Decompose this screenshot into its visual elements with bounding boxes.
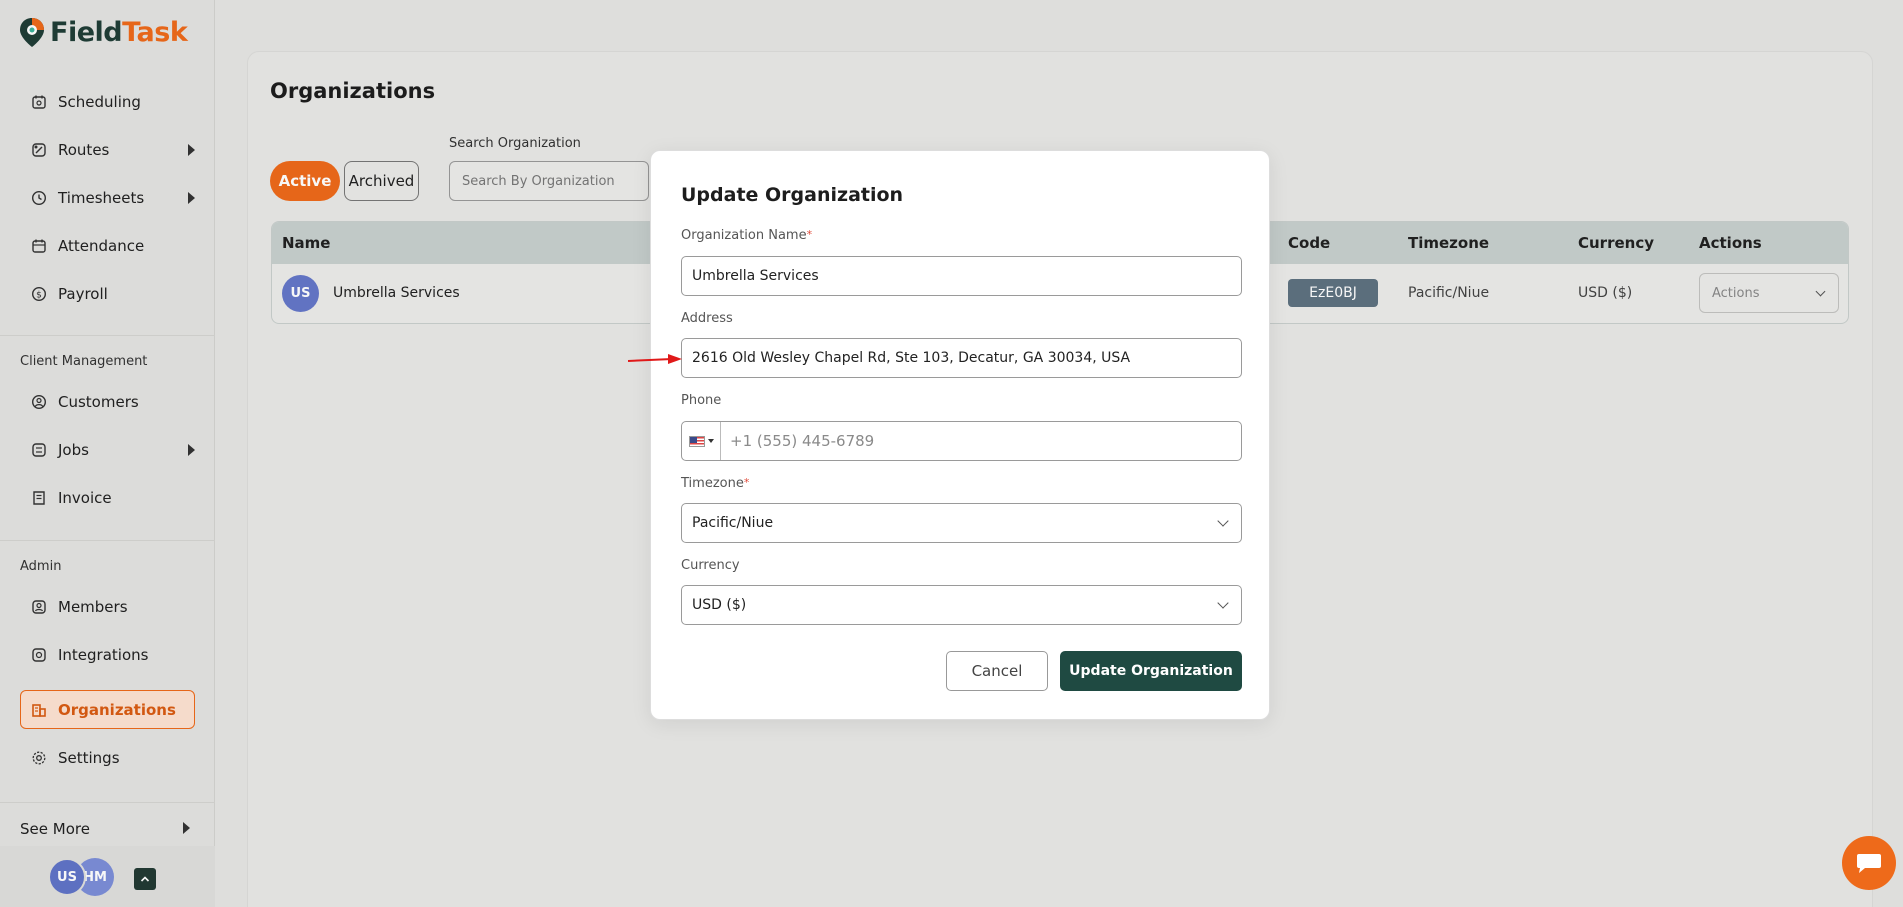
org-name-input[interactable]: Umbrella Services [681,256,1242,296]
chevron-down-icon [1217,597,1229,609]
country-code-selector[interactable] [682,422,721,460]
phone-label: Phone [681,393,722,408]
update-organization-button[interactable]: Update Organization [1060,651,1242,691]
address-input[interactable]: 2616 Old Wesley Chapel Rd, Ste 103, Deca… [681,338,1242,378]
timezone-select[interactable]: Pacific/Niue [681,503,1242,543]
caret-down-icon [707,439,714,443]
address-value: 2616 Old Wesley Chapel Rd, Ste 103, Deca… [692,350,1131,366]
currency-select[interactable]: USD ($) [681,585,1242,625]
timezone-value: Pacific/Niue [692,515,774,531]
chevron-down-icon [1217,515,1229,527]
us-flag-icon [688,435,705,447]
address-label: Address [681,311,733,326]
phone-input[interactable]: +1 (555) 445-6789 [681,421,1242,461]
modal-title: Update Organization [681,184,904,206]
currency-label: Currency [681,558,740,573]
currency-value: USD ($) [692,597,747,613]
update-organization-modal: Update Organization Organization Name* U… [650,150,1270,720]
timezone-label-text: Timezone [681,476,744,491]
org-name-value: Umbrella Services [692,268,819,284]
cancel-button[interactable]: Cancel [946,651,1048,691]
timezone-label: Timezone* [681,476,749,491]
chat-bubble-icon [1857,854,1881,873]
chat-button[interactable] [1842,836,1896,890]
required-mark: * [806,228,813,241]
required-mark: * [743,476,750,489]
phone-placeholder: +1 (555) 445-6789 [730,432,875,450]
annotation-arrow-icon [628,354,682,364]
org-name-label: Organization Name* [681,228,812,243]
org-name-label-text: Organization Name [681,228,807,243]
